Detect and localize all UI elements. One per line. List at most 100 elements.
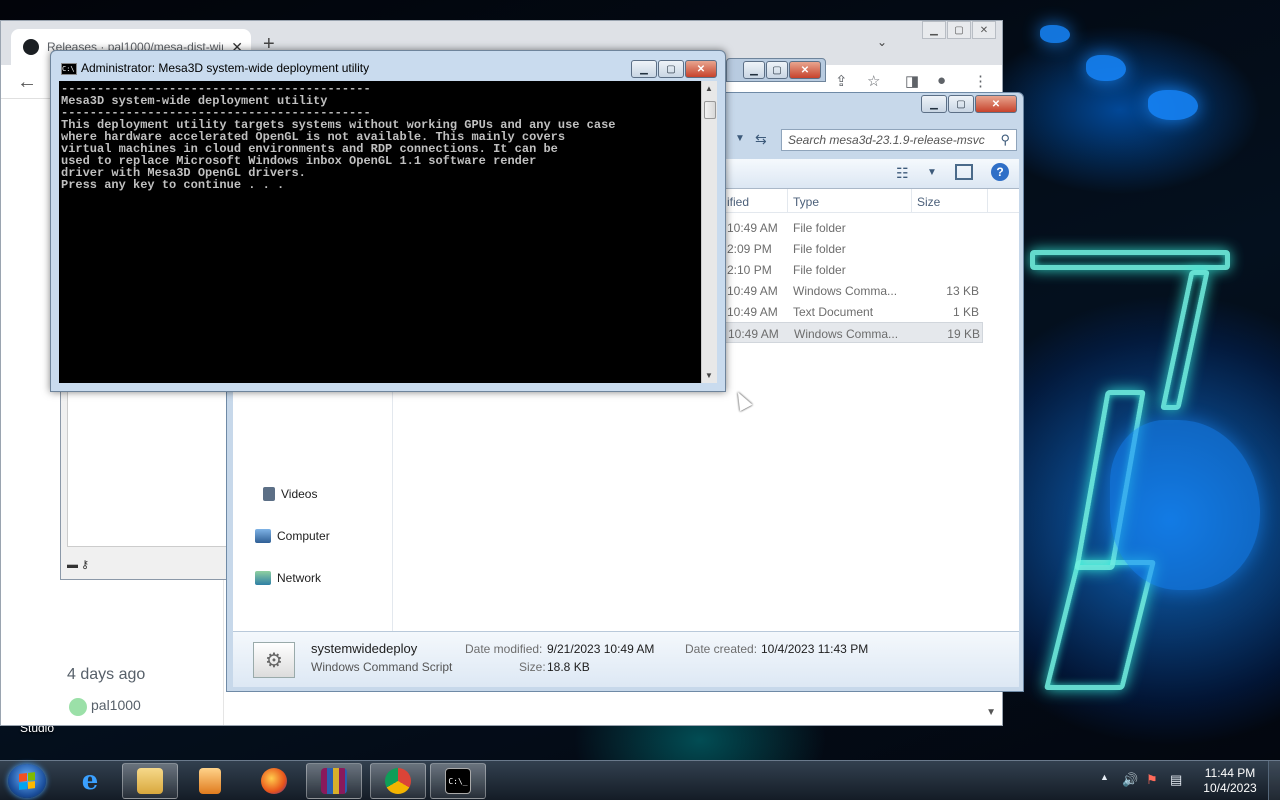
nav-item-videos[interactable]: Videos — [263, 487, 317, 501]
console-window-controls: ▁ ▢ ✕ — [631, 60, 717, 78]
maximize-button[interactable]: ▢ — [947, 21, 971, 39]
address-dropdown-icon[interactable]: ▼ — [735, 133, 745, 144]
minimize-button[interactable]: ▁ — [631, 60, 657, 78]
close-button[interactable]: ✕ — [975, 95, 1017, 113]
show-desktop-button[interactable] — [1268, 761, 1280, 800]
file-date: 10:49 AM — [727, 221, 778, 235]
column-separator[interactable] — [911, 189, 912, 213]
background-window: ▬ ⚷ — [60, 380, 232, 580]
explorer-window-controls: ▁ ▢ ✕ — [921, 95, 1017, 113]
wallpaper-neon-shape — [1043, 560, 1157, 690]
wallpaper-blue-shape — [1110, 420, 1260, 590]
close-button[interactable]: ✕ — [685, 60, 717, 78]
preview-pane-icon[interactable] — [955, 164, 973, 180]
refresh-icon[interactable]: ⇆ — [755, 131, 767, 148]
date-modified-value: 9/21/2023 10:49 AM — [547, 642, 655, 656]
column-separator[interactable] — [787, 189, 788, 213]
taskbar-explorer[interactable] — [122, 763, 178, 799]
bookmark-star-icon[interactable]: ☆ — [867, 72, 880, 90]
nav-item-label: Videos — [281, 487, 318, 501]
file-type: Windows Comma... — [793, 284, 898, 298]
console-title: Administrator: Mesa3D system-wide deploy… — [81, 61, 370, 75]
change-view-icon[interactable]: ☷ — [896, 165, 909, 182]
nav-item-label: Network — [277, 571, 322, 585]
background-window-titlebar: ▁ ▢ ✕ — [726, 58, 826, 82]
scroll-down-arrow-icon[interactable]: ▼ — [986, 707, 996, 718]
file-date: 2:10 PM — [727, 263, 772, 277]
clock-time: 11:44 PM — [1204, 766, 1256, 780]
console-scrollbar[interactable]: ▲ ▼ — [701, 81, 717, 383]
taskbar-console[interactable]: C:\_ — [430, 763, 486, 799]
taskbar: e C:\_ ▲ 🔊 ⚑ ▤ 11:44 PM 10/4/2023 — [0, 760, 1280, 800]
scroll-down-arrow-icon[interactable]: ▼ — [705, 371, 713, 380]
wallpaper-neon-shape — [1160, 270, 1210, 410]
taskbar-firefox[interactable] — [246, 763, 302, 799]
selected-file-name: systemwidedeploy — [311, 641, 418, 656]
file-type: Windows Comma... — [794, 327, 899, 341]
console-output[interactable]: ----------------------------------------… — [59, 81, 701, 383]
maximize-button[interactable]: ▢ — [766, 61, 788, 79]
search-icon[interactable]: ⚲ — [1000, 132, 1010, 148]
file-date: 2:09 PM — [727, 242, 772, 256]
help-icon[interactable]: ? — [991, 163, 1009, 181]
chrome-window-controls: ▁ ▢ ✕ — [921, 21, 996, 39]
close-button[interactable]: ✕ — [789, 61, 821, 79]
github-icon — [23, 39, 39, 55]
nav-item-label: Computer — [277, 529, 330, 543]
scroll-up-arrow-icon[interactable]: ▲ — [705, 84, 713, 93]
taskbar-media-player[interactable] — [182, 763, 238, 799]
column-header-size[interactable]: Size — [917, 195, 940, 209]
size-label: Size: — [519, 660, 546, 674]
taskbar-winrar[interactable] — [306, 763, 362, 799]
maximize-button[interactable]: ▢ — [948, 95, 974, 113]
file-size: 1 KB — [952, 305, 979, 319]
tab-search-chevron-icon[interactable]: ⌄ — [877, 35, 887, 49]
release-author-link[interactable]: pal1000 — [91, 697, 141, 713]
videos-icon — [263, 487, 275, 501]
column-header-date[interactable]: ified — [727, 195, 749, 209]
system-clock[interactable]: 11:44 PM 10/4/2023 — [1194, 766, 1266, 796]
maximize-button[interactable]: ▢ — [658, 60, 684, 78]
minimize-button[interactable]: ▁ — [743, 61, 765, 79]
console-line: Press any key to continue . . . — [61, 178, 285, 192]
action-center-icon[interactable]: ⚑ — [1146, 772, 1158, 788]
side-panel-icon[interactable]: ◨ — [905, 72, 919, 90]
view-dropdown-icon[interactable]: ▼ — [927, 167, 937, 178]
clock-date: 10/4/2023 — [1203, 781, 1257, 795]
column-separator[interactable] — [987, 189, 988, 213]
close-button[interactable]: ✕ — [972, 21, 996, 39]
start-button[interactable] — [8, 764, 46, 798]
console-window: C:\ Administrator: Mesa3D system-wide de… — [50, 50, 726, 392]
menu-icon[interactable]: ⋮ — [973, 72, 988, 90]
back-button[interactable]: ← — [17, 71, 37, 94]
file-size: 13 KB — [946, 284, 979, 298]
folder-icon — [137, 768, 163, 794]
taskbar-internet-explorer[interactable]: e — [62, 763, 118, 799]
show-hidden-icons-icon[interactable]: ▲ — [1100, 772, 1109, 782]
file-type: Text Document — [793, 305, 874, 319]
size-value: 18.8 KB — [547, 660, 590, 674]
taskbar-chrome[interactable] — [370, 763, 426, 799]
network-tray-icon[interactable]: ▤ — [1170, 772, 1182, 788]
nav-item-computer[interactable]: Computer — [255, 529, 330, 543]
minimize-button[interactable]: ▁ — [922, 21, 946, 39]
minimize-button[interactable]: ▁ — [921, 95, 947, 113]
media-player-icon — [199, 768, 221, 794]
nav-item-network[interactable]: Network — [255, 571, 321, 585]
console-icon: C:\_ — [445, 768, 471, 794]
file-type: File folder — [793, 221, 846, 235]
details-pane: ⚙ systemwidedeploy Windows Command Scrip… — [233, 631, 1019, 687]
console-icon[interactable]: C:\ — [61, 63, 77, 75]
search-placeholder: Search mesa3d-23.1.9-release-msvc — [788, 133, 985, 147]
column-header-type[interactable]: Type — [793, 195, 819, 209]
profile-icon[interactable]: ● — [937, 72, 946, 89]
scrollbar-thumb[interactable] — [704, 101, 716, 119]
author-avatar[interactable] — [69, 698, 87, 716]
network-icon — [255, 571, 271, 585]
search-input[interactable]: Search mesa3d-23.1.9-release-msvc ⚲ — [781, 129, 1017, 151]
script-file-icon: ⚙ — [253, 642, 295, 678]
wallpaper-blue-shape — [1040, 25, 1070, 43]
volume-icon[interactable]: 🔊 — [1122, 772, 1138, 788]
selected-file-type: Windows Command Script — [311, 660, 453, 674]
share-icon[interactable]: ⇪ — [835, 72, 848, 90]
